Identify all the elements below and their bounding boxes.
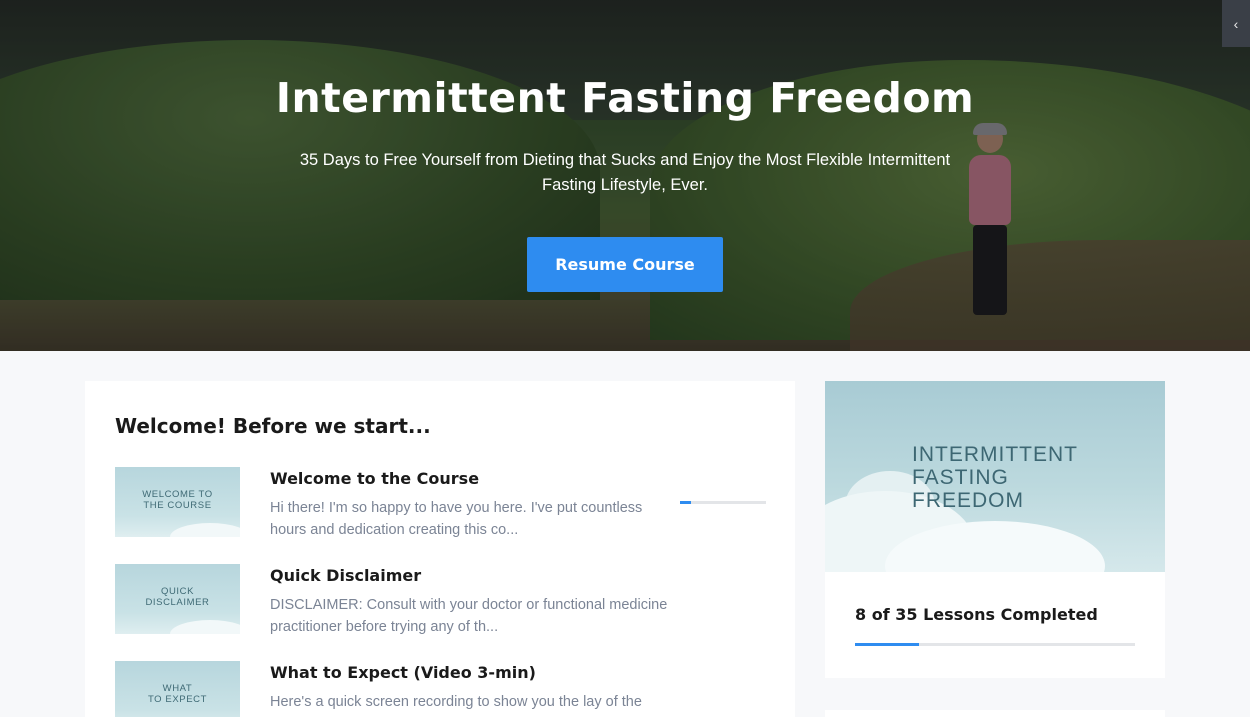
course-progress-bar <box>855 643 1135 646</box>
course-title: Intermittent Fasting Freedom <box>275 74 975 122</box>
lesson-thumbnail: Quick Disclaimer <box>115 564 240 634</box>
lesson-item[interactable]: What to expect What to Expect (Video 3-m… <box>115 661 770 717</box>
lesson-thumbnail: What to expect <box>115 661 240 717</box>
secondary-side-card <box>825 710 1165 717</box>
lesson-thumbnail: Welcome to the course <box>115 467 240 537</box>
lesson-progress-bar <box>680 501 766 504</box>
chapter-card: Welcome! Before we start... Welcome to t… <box>85 381 795 717</box>
resume-course-button[interactable]: Resume Course <box>527 237 723 292</box>
course-progress-card: Intermittent Fasting Freedom 8 of 35 Les… <box>825 381 1165 678</box>
lesson-title[interactable]: Quick Disclaimer <box>270 566 421 585</box>
lesson-description: DISCLAIMER: Consult with your doctor or … <box>270 597 668 635</box>
sidebar-toggle-button[interactable]: ‹ <box>1222 0 1250 47</box>
lesson-description: Hi there! I'm so happy to have you here.… <box>270 500 643 538</box>
course-cover-image: Intermittent Fasting Freedom <box>825 381 1165 572</box>
lesson-title[interactable]: What to Expect (Video 3-min) <box>270 663 536 682</box>
lessons-completed-text: 8 of 35 Lessons Completed <box>855 605 1098 624</box>
course-subtitle: 35 Days to Free Yourself from Dieting th… <box>299 151 951 194</box>
lesson-title[interactable]: Welcome to the Course <box>270 469 479 488</box>
lesson-item[interactable]: Welcome to the course Welcome to the Cou… <box>115 467 770 539</box>
lesson-thumbnail-text: What to expect <box>147 683 208 705</box>
course-progress-fill <box>855 643 919 646</box>
lesson-item[interactable]: Quick Disclaimer Quick Disclaimer DISCLA… <box>115 564 770 636</box>
lesson-thumbnail-text: Quick Disclaimer <box>145 586 210 608</box>
chapter-title: Welcome! Before we start... <box>115 414 431 438</box>
course-cover-text: Intermittent Fasting Freedom <box>912 443 1078 512</box>
lesson-description: Here's a quick screen recording to show … <box>270 694 642 710</box>
lesson-thumbnail-text: Welcome to the course <box>142 489 213 511</box>
lesson-progress-fill <box>680 501 692 504</box>
chevron-left-icon: ‹ <box>1233 15 1239 32</box>
